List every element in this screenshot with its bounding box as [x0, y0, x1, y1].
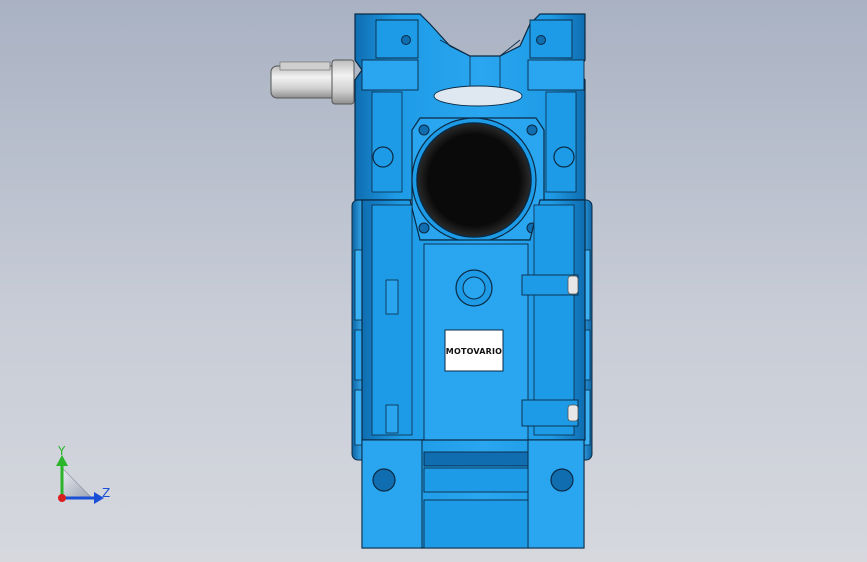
coordinate-triad[interactable]: Y Z — [56, 444, 110, 504]
nameplate-text: MOTOVARIO — [446, 347, 502, 356]
3d-viewport[interactable]: MOTOVARIO Y Z — [0, 0, 867, 562]
triad-plane — [61, 467, 93, 499]
nameplate: MOTOVARIO — [444, 329, 504, 372]
z-axis-label: Z — [102, 486, 110, 500]
x-axis-dot — [58, 494, 66, 502]
gearbox-model[interactable]: MOTOVARIO Y Z — [0, 0, 867, 562]
input-shaft[interactable] — [270, 59, 355, 105]
output-bore[interactable] — [416, 122, 532, 238]
base-feet — [361, 439, 585, 549]
y-axis-label: Y — [57, 444, 66, 458]
